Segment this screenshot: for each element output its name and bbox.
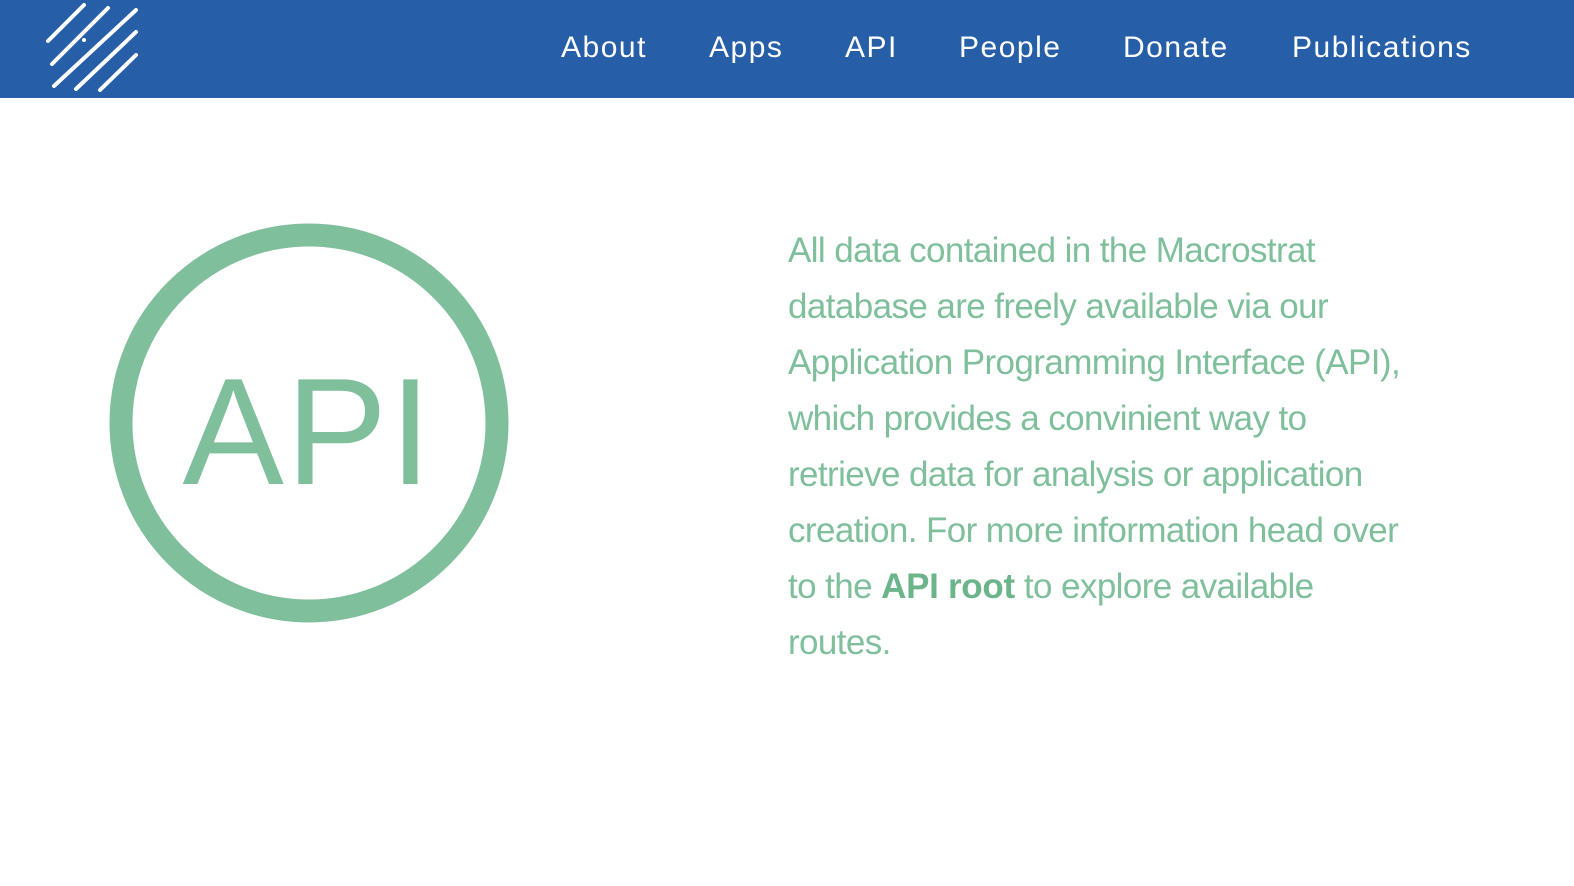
api-root-link[interactable]: API root <box>881 567 1015 606</box>
description-text: to explore available <box>1014 567 1314 606</box>
description-line: routes. <box>788 623 891 662</box>
nav-link-donate[interactable]: Donate <box>1123 28 1229 68</box>
description-line: All data contained in the Macrostrat <box>788 231 1316 270</box>
main-nav: About Apps API People Donate Publication… <box>0 0 1574 98</box>
nav-link-people[interactable]: People <box>959 28 1061 68</box>
description-line: creation. For more information head over <box>788 511 1399 550</box>
nav-link-apps[interactable]: Apps <box>709 28 783 68</box>
description-line: Application Programming Interface (API), <box>788 343 1401 382</box>
top-navbar: About Apps API People Donate Publication… <box>0 0 1574 98</box>
description-line-with-link: to the API root to explore available <box>788 559 1428 615</box>
api-circle-badge-icon: API <box>109 223 509 623</box>
description-line: which provides a convinient way to <box>788 399 1307 438</box>
description-text: to the <box>788 567 882 606</box>
nav-link-api[interactable]: API <box>845 28 898 68</box>
description-line: retrieve data for analysis or applicatio… <box>788 455 1363 494</box>
nav-link-publications[interactable]: Publications <box>1292 28 1472 68</box>
nav-link-about[interactable]: About <box>561 28 647 68</box>
description-line: database are freely available via our <box>788 287 1329 326</box>
api-badge-text: API <box>183 347 434 517</box>
api-description: All data contained in the Macrostrat dat… <box>788 223 1428 671</box>
